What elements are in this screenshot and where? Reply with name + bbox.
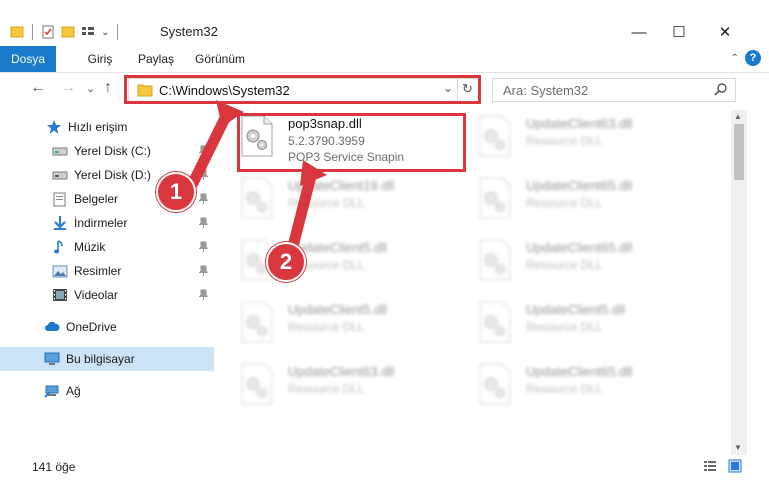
quick-access-toolbar: ⌄ xyxy=(10,20,120,44)
forward-button[interactable]: → xyxy=(60,79,76,97)
dll-file-icon xyxy=(479,363,511,405)
dll-file-icon xyxy=(479,177,511,219)
recent-locations-button[interactable]: ⌄ xyxy=(86,82,95,95)
close-button[interactable]: ✕ xyxy=(702,18,748,46)
tab-file[interactable]: Dosya xyxy=(0,46,56,72)
file-name: UpdateClient65.dll xyxy=(526,240,633,255)
sidebar-item-network[interactable]: Ağ xyxy=(0,379,214,403)
file-description: Resource DLL xyxy=(288,196,365,210)
file-description: Resource DLL xyxy=(526,258,603,272)
music-icon xyxy=(54,240,63,254)
sidebar-item-quick-access[interactable]: Hızlı erişim xyxy=(0,115,214,139)
file-item[interactable]: UpdateClient5.dll Resource DLL xyxy=(226,296,456,352)
file-name: UpdateClient65.dll xyxy=(526,178,633,193)
sidebar-item-pictures[interactable]: Resimler xyxy=(0,259,214,283)
dll-file-icon xyxy=(241,301,273,343)
file-item[interactable]: UpdateClient19.dll Resource DLL xyxy=(226,172,456,228)
callout-2: 2 xyxy=(266,242,306,282)
back-button[interactable]: ← xyxy=(30,79,46,97)
large-icons-view-icon[interactable] xyxy=(728,459,742,473)
search-icon[interactable] xyxy=(714,83,727,96)
new-folder-icon[interactable] xyxy=(61,24,75,40)
highlight-dll-file xyxy=(237,113,466,172)
properties-icon[interactable] xyxy=(41,24,55,40)
dll-file-icon xyxy=(479,239,511,281)
up-button[interactable]: ↑ xyxy=(104,79,112,97)
file-description: Resource DLL xyxy=(288,382,365,396)
tab-home[interactable]: Giriş xyxy=(80,46,120,72)
file-item[interactable]: UpdateClient63.dll Resource DLL xyxy=(226,358,456,414)
file-name: UpdateClient63.dll xyxy=(288,364,395,379)
sidebar-item-downloads[interactable]: İndirmeler xyxy=(0,211,214,235)
tab-share[interactable]: Paylaş xyxy=(134,46,178,72)
file-name: UpdateClient5.dll xyxy=(288,302,388,317)
file-description: Resource DLL xyxy=(526,320,603,334)
pin-icon[interactable] xyxy=(199,145,208,156)
documents-icon xyxy=(53,192,66,207)
title-bar: ⌄ System32 — ☐ ✕ xyxy=(0,0,769,46)
file-item[interactable]: UpdateClient5.dll Resource DLL xyxy=(464,296,694,352)
computer-icon xyxy=(44,352,60,365)
file-item[interactable]: UpdateClient65.dll Resource DLL xyxy=(464,358,694,414)
maximize-button[interactable]: ☐ xyxy=(656,18,702,46)
dll-file-icon xyxy=(479,115,511,157)
folder-icon[interactable] xyxy=(10,24,24,40)
file-description: Resource DLL xyxy=(526,196,603,210)
search-box[interactable]: Ara: System32 xyxy=(492,78,736,102)
status-bar: 141 öğe xyxy=(0,455,769,477)
download-icon xyxy=(54,216,66,230)
dll-file-icon xyxy=(241,177,273,219)
pin-icon[interactable] xyxy=(199,217,208,228)
toolbar-separator xyxy=(32,24,33,40)
callout-1: 1 xyxy=(156,172,196,212)
tab-view[interactable]: Görünüm xyxy=(190,46,250,72)
dll-file-icon xyxy=(479,301,511,343)
help-icon[interactable]: ? xyxy=(745,50,761,66)
sidebar-item-videos[interactable]: Videolar xyxy=(0,283,214,307)
pin-icon[interactable] xyxy=(199,169,208,180)
file-item[interactable]: UpdateClient65.dll Resource DLL xyxy=(464,234,694,290)
star-icon xyxy=(47,120,61,134)
file-description: Resource DLL xyxy=(288,320,365,334)
ribbon-collapse-icon[interactable]: ⌃ xyxy=(731,53,739,64)
navigation-pane: Hızlı erişim Yerel Disk (C:) Yerel Disk … xyxy=(0,110,214,460)
pin-icon[interactable] xyxy=(199,289,208,300)
film-icon xyxy=(53,289,67,301)
search-input[interactable]: Ara: System32 xyxy=(503,83,588,98)
file-item[interactable]: UpdateClient65.dll Resource DLL xyxy=(464,172,694,228)
pin-icon[interactable] xyxy=(199,265,208,276)
file-item[interactable]: UpdateClient63.dll Resource DLL xyxy=(464,110,694,166)
sidebar-item-onedrive[interactable]: OneDrive xyxy=(0,315,214,339)
highlight-address-bar xyxy=(124,75,481,104)
cloud-icon xyxy=(45,321,60,331)
pin-icon[interactable] xyxy=(199,241,208,252)
file-name: UpdateClient5.dll xyxy=(526,302,626,317)
scroll-down-icon[interactable]: ▼ xyxy=(734,443,742,452)
file-name: UpdateClient63.dll xyxy=(526,116,633,131)
view-options-icon[interactable] xyxy=(81,24,95,40)
network-icon xyxy=(44,385,59,398)
customize-toolbar-icon[interactable]: ⌄ xyxy=(101,27,109,38)
pictures-icon xyxy=(52,265,68,278)
drive-icon xyxy=(52,171,68,180)
sidebar-item-local-disk-c[interactable]: Yerel Disk (C:) xyxy=(0,139,214,163)
details-view-icon[interactable] xyxy=(703,459,717,473)
scrollbar-thumb[interactable] xyxy=(734,124,744,180)
dll-file-icon xyxy=(241,363,273,405)
sidebar-item-this-pc[interactable]: Bu bilgisayar xyxy=(0,347,214,371)
sidebar-item-music[interactable]: Müzik xyxy=(0,235,214,259)
scroll-up-icon[interactable]: ▲ xyxy=(734,112,742,121)
pin-icon[interactable] xyxy=(199,193,208,204)
file-name: UpdateClient65.dll xyxy=(526,364,633,379)
drive-icon xyxy=(52,147,68,156)
toolbar-separator xyxy=(117,24,119,40)
file-name: UpdateClient19.dll xyxy=(288,178,395,193)
window-title: System32 xyxy=(160,24,218,39)
file-item[interactable]: UpdateClient5.dll Resource DLL xyxy=(226,234,456,290)
file-description: Resource DLL xyxy=(526,382,603,396)
item-count: 141 öğe xyxy=(32,460,76,474)
file-description: Resource DLL xyxy=(526,134,603,148)
ribbon-tabs: Dosya Giriş Paylaş Görünüm ⌃ ? xyxy=(0,46,769,73)
vertical-scrollbar[interactable]: ▲ ▼ xyxy=(731,110,747,455)
